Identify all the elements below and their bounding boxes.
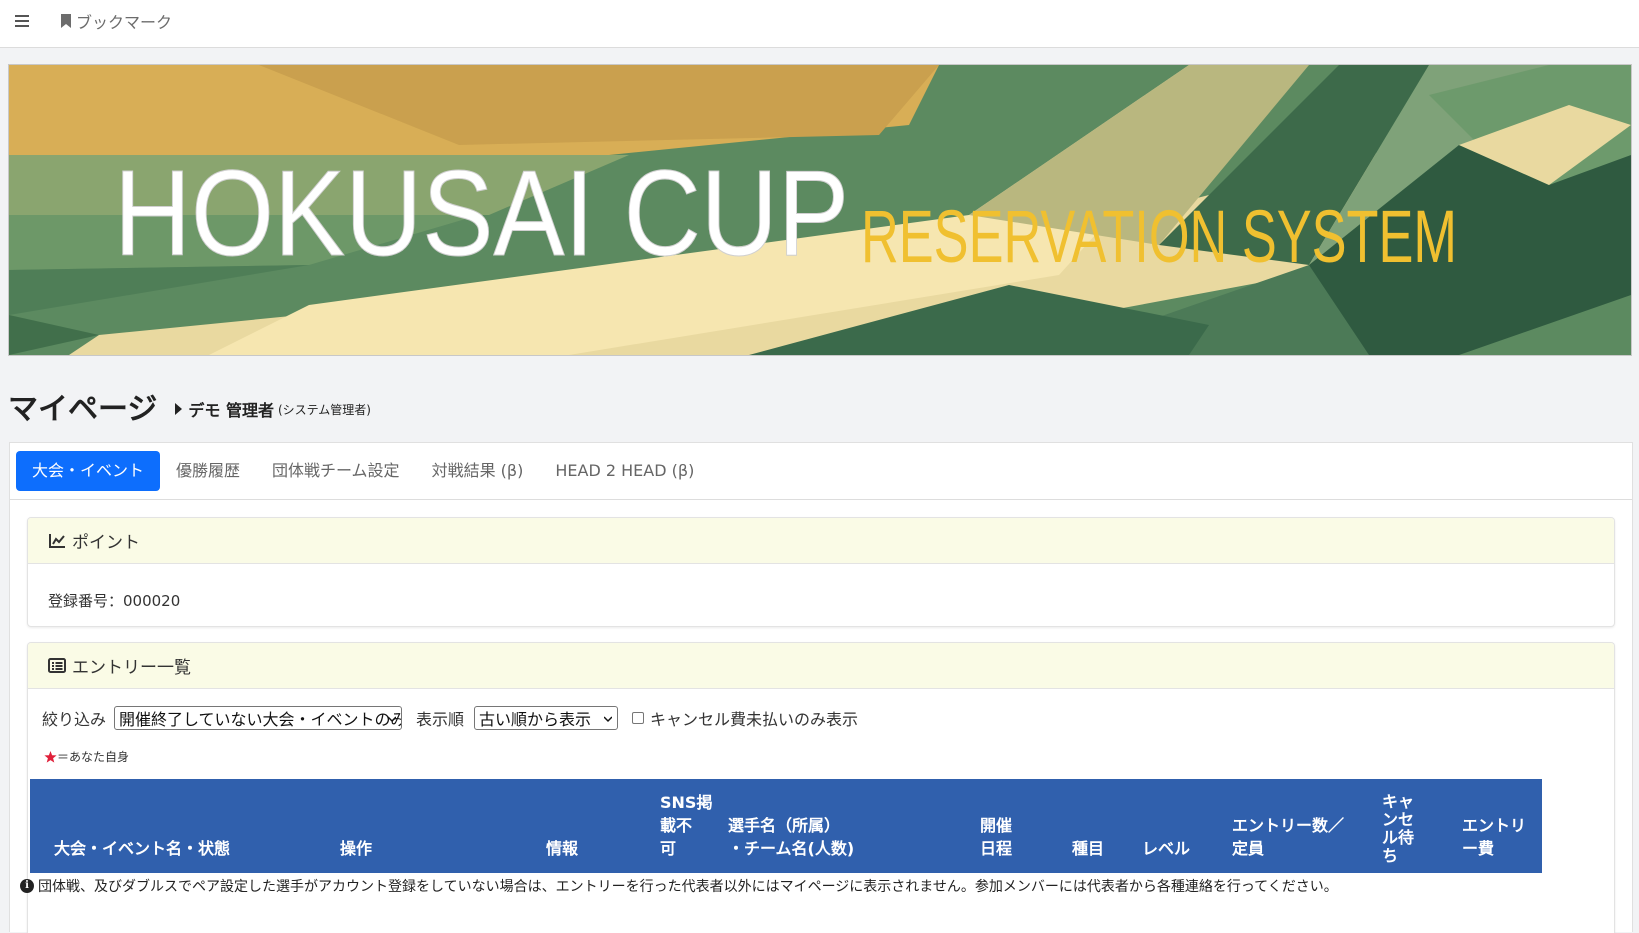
user-name: デモ 管理者: [188, 401, 274, 420]
page-title: マイページ: [8, 392, 158, 427]
filter-bar: 絞り込み 開催終了していない大会・イベントのみ 表示順 古い順から表示 キャンセ…: [42, 706, 858, 730]
col-info: 情報: [546, 839, 579, 858]
col-category[interactable]: 種目: [1072, 837, 1104, 860]
user-role: (システム管理者): [277, 402, 371, 417]
bookmark-label: ブックマーク: [76, 13, 173, 32]
chart-line-icon: [49, 533, 65, 548]
self-legend-label: ＝あなた自身: [57, 750, 130, 764]
col-sns: SNS掲 載不 可: [660, 793, 713, 858]
filter-select-value: 開催終了していない大会・イベントのみ: [119, 710, 403, 729]
entry-card-header: エントリー一覧: [28, 643, 1614, 689]
tab-head-2-head[interactable]: HEAD 2 HEAD (β): [539, 451, 710, 491]
col-action: 操作: [340, 839, 373, 858]
tab-events[interactable]: 大会・イベント: [16, 451, 161, 491]
cancel-unpaid-checkbox[interactable]: [632, 712, 645, 724]
bookmark-icon: [61, 14, 71, 28]
filter-select[interactable]: 開催終了していない大会・イベントのみ: [114, 706, 403, 730]
bookmark-link[interactable]: ブックマーク: [60, 9, 172, 33]
banner-title: HOKUSAI CUP: [114, 145, 849, 281]
sort-select[interactable]: 古い順から表示: [474, 706, 619, 730]
chevron-down-icon: [388, 716, 397, 723]
footnote: i 団体戦、及びダブルスでペア設定した選手がアカウント登録をしていない場合は、エ…: [20, 876, 1338, 896]
points-card-title: ポイント: [72, 533, 140, 553]
banner-artwork: HOKUSAI CUP RESERVATION SYSTEM: [9, 65, 1631, 355]
entry-table-header: 大会・イベント名・状態 操作 情報 SNS掲 載不 可 選手名（所属） ・チーム…: [30, 779, 1542, 873]
self-legend: ＝あなた自身: [44, 748, 129, 765]
col-level[interactable]: レベル: [1142, 837, 1190, 860]
col-entry-count: エントリー数／ 定員: [1232, 816, 1345, 858]
user-toggle[interactable]: デモ 管理者 (システム管理者): [175, 397, 371, 421]
filter-label: 絞り込み: [42, 710, 107, 729]
tab-team-settings[interactable]: 団体戦チーム設定: [256, 451, 416, 491]
list-alt-icon: [48, 658, 66, 673]
col-event[interactable]: 大会・イベント名・状態: [54, 837, 230, 860]
hamburger-menu-icon[interactable]: [14, 12, 32, 30]
sort-select-value: 古い順から表示: [479, 710, 592, 729]
col-player[interactable]: 選手名（所属） ・チーム名(人数): [728, 814, 854, 860]
col-date[interactable]: 開催 日程: [980, 814, 1012, 860]
star-icon: [44, 750, 57, 763]
caret-right-icon: [175, 403, 183, 415]
registration-number: 登録番号：000020: [48, 592, 181, 610]
info-circle-icon: i: [20, 879, 34, 893]
cancel-unpaid-label[interactable]: キャンセル費未払いのみ表示: [650, 706, 858, 730]
col-fee: エントリ ー費: [1462, 816, 1527, 858]
page-heading: マイページ デモ 管理者 (システム管理者): [8, 384, 371, 427]
sort-label: 表示順: [416, 710, 465, 729]
tab-win-history[interactable]: 優勝履歴: [160, 451, 256, 491]
hero-banner: HOKUSAI CUP RESERVATION SYSTEM: [8, 64, 1632, 356]
banner-subtitle: RESERVATION SYSTEM: [861, 195, 1457, 278]
footnote-text: 団体戦、及びダブルスでペア設定した選手がアカウント登録をしていない場合は、エント…: [38, 879, 1338, 895]
col-waitlist: キャ ンセ ル待 ち: [1382, 792, 1415, 865]
top-navbar: ブックマーク: [0, 0, 1639, 48]
chevron-down-icon: [604, 716, 613, 723]
tab-divider: [10, 499, 1632, 500]
tab-bar: 大会・イベント 優勝履歴 団体戦チーム設定 対戦結果 (β) HEAD 2 HE…: [16, 451, 710, 491]
points-card-header: ポイント: [28, 518, 1614, 564]
tab-match-results[interactable]: 対戦結果 (β): [416, 451, 540, 491]
points-card: ポイント 登録番号：000020: [27, 517, 1615, 627]
entry-card-title: エントリー一覧: [72, 658, 191, 678]
main-panel: 大会・イベント 優勝履歴 団体戦チーム設定 対戦結果 (β) HEAD 2 HE…: [9, 442, 1633, 933]
